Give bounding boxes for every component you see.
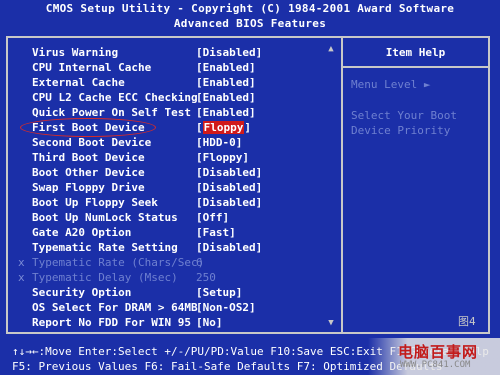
setting-label: Typematic Rate Setting xyxy=(32,241,178,254)
help-description: Select Your Boot Device Priority xyxy=(351,108,457,138)
scroll-up-icon[interactable]: ▲ xyxy=(326,44,336,54)
setting-row[interactable]: OS Select For DRAM > 64MB [Non-OS2] xyxy=(8,300,328,315)
locked-marker-icon: x xyxy=(18,256,25,269)
watermark-logo: 电脑百事网 WWW.PC841.COM xyxy=(368,338,500,375)
help-separator xyxy=(343,66,488,68)
watermark-url: WWW.PC841.COM xyxy=(400,360,471,370)
setting-value[interactable]: [Off] xyxy=(196,210,229,225)
setting-value[interactable]: [Enabled] xyxy=(196,60,256,75)
settings-frame: Virus Warning [Disabled] CPU Internal Cach… xyxy=(6,36,490,334)
setting-value[interactable]: [Non-OS2] xyxy=(196,300,256,315)
setting-row[interactable]: CPU L2 Cache ECC Checking [Enabled] xyxy=(8,90,328,105)
setting-value[interactable]: [Disabled] xyxy=(196,180,262,195)
locked-marker-icon: x xyxy=(18,271,25,284)
menu-level: Menu Level ► xyxy=(351,78,431,91)
setting-label: Security Option xyxy=(32,286,132,299)
setting-value[interactable]: [Floppy] xyxy=(196,120,251,135)
setting-value[interactable]: [No] xyxy=(196,315,223,330)
setting-row[interactable]: Boot Other Device [Disabled] xyxy=(8,165,328,180)
utility-title: CMOS Setup Utility - Copyright (C) 1984-… xyxy=(45,2,455,15)
setting-value[interactable]: [Setup] xyxy=(196,285,242,300)
setting-value[interactable]: [Disabled] xyxy=(196,165,262,180)
setting-row[interactable]: CPU Internal Cache [Enabled] xyxy=(8,60,328,75)
setting-row[interactable]: Third Boot Device [Floppy] xyxy=(8,150,328,165)
help-panel: Item Help Menu Level ► Select Your Boot … xyxy=(343,38,488,332)
setting-value[interactable]: [Floppy] xyxy=(196,150,249,165)
setting-label: OS Select For DRAM > 64MB xyxy=(32,301,198,314)
watermark-text: 电脑百事网 xyxy=(398,343,479,361)
setting-row[interactable]: Quick Power On Self Test [Enabled] xyxy=(8,105,328,120)
setting-label: Boot Up NumLock Status xyxy=(32,211,178,224)
setting-row: x Typematic Rate (Chars/Sec) 6 xyxy=(8,255,328,270)
help-description-line: Device Priority xyxy=(351,124,451,137)
setting-row[interactable]: First Boot Device [Floppy] xyxy=(8,118,328,137)
setting-value[interactable]: [Enabled] xyxy=(196,105,256,120)
setting-row[interactable]: Report No FDD For WIN 95 [No] xyxy=(8,315,328,330)
setting-value: 250 xyxy=(196,271,216,284)
setting-row[interactable]: Gate A20 Option [Fast] xyxy=(8,225,328,240)
help-description-line: Select Your Boot xyxy=(351,109,457,122)
setting-row: x Typematic Delay (Msec) 250 xyxy=(8,270,328,285)
setting-value[interactable]: [Fast] xyxy=(196,225,236,240)
setting-row[interactable]: Boot Up Floppy Seek [Disabled] xyxy=(8,195,328,210)
setting-label: Typematic Delay (Msec) xyxy=(32,271,178,284)
setting-label: CPU L2 Cache ECC Checking xyxy=(32,91,198,104)
setting-value[interactable]: [Disabled] xyxy=(196,240,262,255)
selected-value-highlight[interactable]: Floppy xyxy=(202,121,245,134)
setting-label: CPU Internal Cache xyxy=(32,61,152,74)
setting-label: Second Boot Device xyxy=(32,136,152,149)
setting-row[interactable]: Security Option [Setup] xyxy=(8,285,328,300)
setting-label: Report No FDD For WIN 95 xyxy=(32,316,191,329)
setting-label: Boot Other Device xyxy=(32,166,145,179)
setting-label: Swap Floppy Drive xyxy=(32,181,145,194)
setting-label: Gate A20 Option xyxy=(32,226,132,239)
scroll-down-icon[interactable]: ▼ xyxy=(326,318,336,328)
setting-row[interactable]: Virus Warning [Disabled] xyxy=(8,45,328,60)
setting-label: External Cache xyxy=(32,76,125,89)
setting-label: Third Boot Device xyxy=(32,151,145,164)
setting-value: 6 xyxy=(196,256,203,269)
setting-label: Virus Warning xyxy=(32,46,119,59)
setting-value[interactable]: [Disabled] xyxy=(196,195,262,210)
page-title: Advanced BIOS Features xyxy=(173,17,327,30)
setting-row[interactable]: Boot Up NumLock Status [Off] xyxy=(8,210,328,225)
setting-value[interactable]: [HDD-0] xyxy=(196,135,242,150)
setting-row[interactable]: Swap Floppy Drive [Disabled] xyxy=(8,180,328,195)
header: CMOS Setup Utility - Copyright (C) 1984-… xyxy=(0,0,500,34)
setting-row[interactable]: Second Boot Device [HDD-0] xyxy=(8,135,328,150)
setting-value[interactable]: [Enabled] xyxy=(196,75,256,90)
setting-label: Typematic Rate (Chars/Sec) xyxy=(32,256,205,269)
setting-row[interactable]: External Cache [Enabled] xyxy=(8,75,328,90)
figure-label: 图4 xyxy=(458,315,476,328)
setting-value[interactable]: [Disabled] xyxy=(196,45,262,60)
setting-label: Boot Up Floppy Seek xyxy=(32,196,158,209)
settings-list: Virus Warning [Disabled] CPU Internal Cach… xyxy=(8,45,328,330)
setting-value[interactable]: [Enabled] xyxy=(196,90,256,105)
setting-row[interactable]: Typematic Rate Setting [Disabled] xyxy=(8,240,328,255)
help-title: Item Help xyxy=(385,46,446,59)
scrollbar[interactable]: ▲ ▼ xyxy=(328,44,334,328)
